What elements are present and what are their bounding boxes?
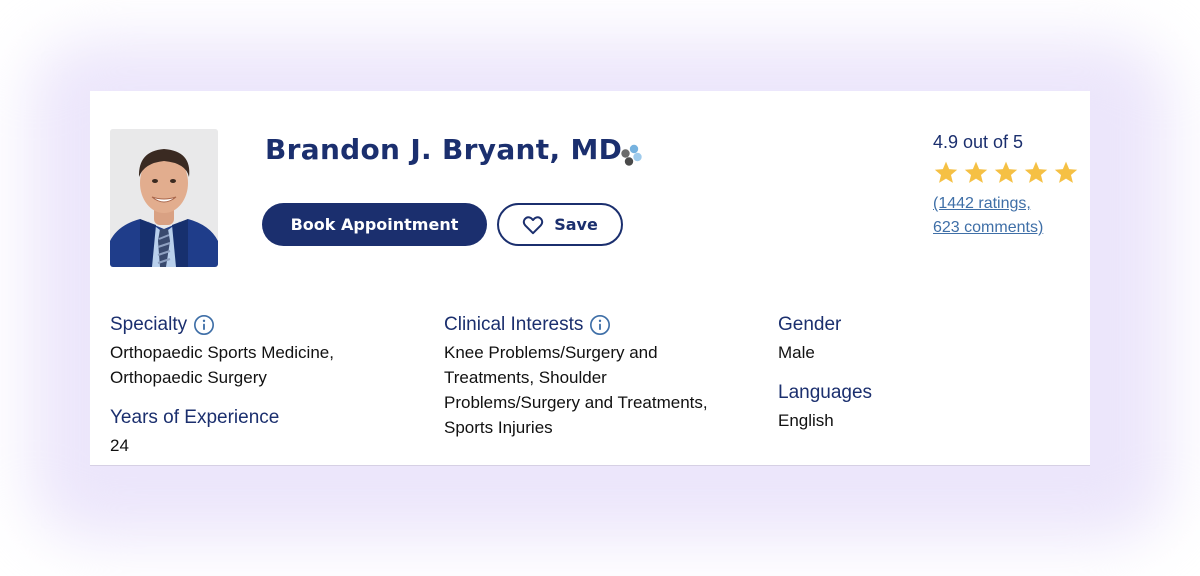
clinical-interests-field: Clinical Interests Knee Problems/Surgery… xyxy=(444,313,708,440)
save-button-label: Save xyxy=(554,215,598,234)
experience-field: Years of Experience 24 xyxy=(110,406,279,458)
doctor-name: Brandon J. Bryant, MD xyxy=(265,133,623,166)
clinical-interests-value-line: Problems/Surgery and Treatments, xyxy=(444,393,708,412)
experience-value: 24 xyxy=(110,436,129,455)
experience-label: Years of Experience xyxy=(110,407,280,428)
save-button[interactable]: Save xyxy=(497,203,623,246)
specialty-label: Specialty xyxy=(110,314,188,335)
ratings-link-line1: (1442 ratings, xyxy=(933,195,1031,212)
star-icon xyxy=(994,161,1018,183)
specialty-value-line: Orthopaedic Sports Medicine, xyxy=(110,343,334,362)
people-group-icon xyxy=(621,144,642,166)
info-icon[interactable] xyxy=(589,314,611,336)
rating-stars xyxy=(933,160,1083,186)
book-appointment-button[interactable]: Book Appointment xyxy=(262,203,487,246)
languages-field: Languages English xyxy=(778,381,872,433)
doctor-photo-illustration xyxy=(110,129,218,267)
gender-label: Gender xyxy=(778,314,842,335)
clinical-interests-value-line: Knee Problems/Surgery and xyxy=(444,343,658,362)
gender-value: Male xyxy=(778,343,815,362)
doctor-profile-card: Brandon J. Bryant, MD Book Appointment S… xyxy=(90,91,1090,466)
clinical-interests-value-line: Treatments, Shoulder xyxy=(444,368,607,387)
ratings-link-line2: 623 comments) xyxy=(933,219,1044,236)
languages-value: English xyxy=(778,411,834,430)
specialty-field: Specialty Orthopaedic Sports Medicine, O… xyxy=(110,313,334,390)
info-icon[interactable] xyxy=(193,314,215,336)
star-icon xyxy=(1024,161,1048,183)
clinical-interests-value-line: Sports Injuries xyxy=(444,418,553,437)
clinical-interests-label: Clinical Interests xyxy=(444,314,584,335)
heart-outline-icon xyxy=(522,215,544,234)
rating-summary: 4.9 out of 5 (1442 ratings, 623 comments… xyxy=(933,131,1083,240)
gender-field: Gender Male xyxy=(778,313,841,365)
star-icon xyxy=(934,161,958,183)
star-icon xyxy=(964,161,988,183)
star-icon xyxy=(1054,161,1078,183)
specialty-value-line: Orthopaedic Surgery xyxy=(110,368,267,387)
doctor-photo xyxy=(110,129,218,267)
ratings-comments-link[interactable]: (1442 ratings, 623 comments) xyxy=(933,192,1083,240)
languages-label: Languages xyxy=(778,382,873,403)
rating-score: 4.9 out of 5 xyxy=(933,132,1024,152)
